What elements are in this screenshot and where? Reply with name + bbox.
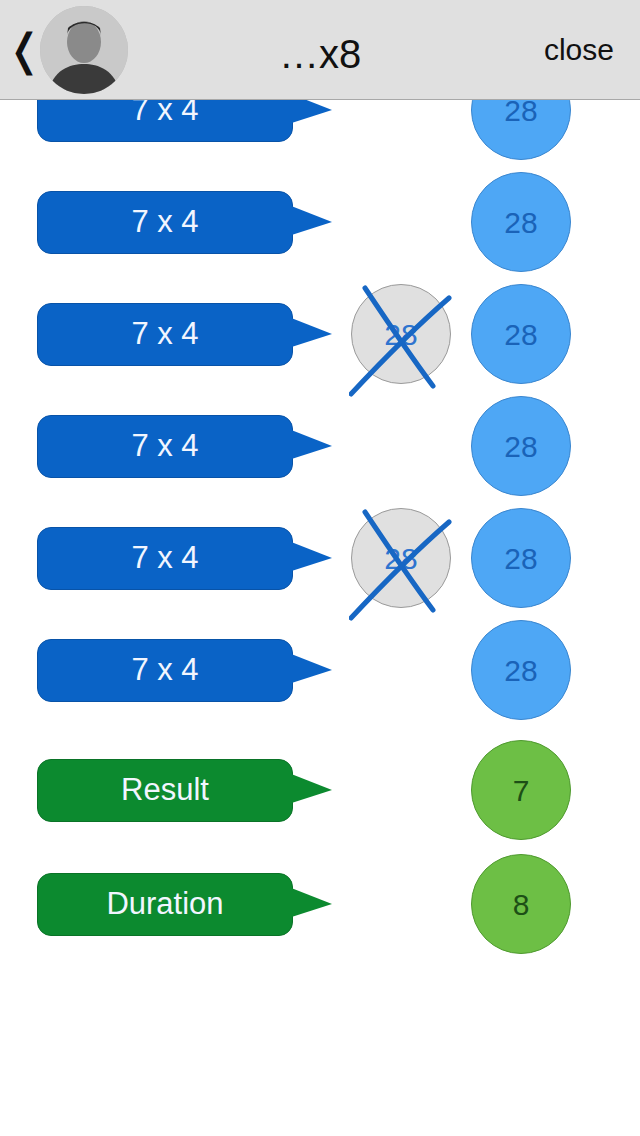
back-button[interactable]: ❬ [0, 28, 36, 72]
wrong-slot [351, 396, 451, 496]
answer-list: 7 x 4287 x 4287 x 428287 x 4287 x 428287… [0, 0, 640, 954]
question-row: 7 x 4 28 [0, 620, 640, 720]
question-label: 7 x 4 [37, 303, 293, 366]
wrong-slot [351, 854, 451, 954]
header-bar: ❬…x8close [0, 0, 640, 100]
question-row: 7 x 4 28 [0, 396, 640, 496]
close-button[interactable]: close [544, 27, 640, 72]
summary-value: 8 [471, 854, 571, 954]
wrong-slot: 28 [351, 508, 451, 608]
correct-answer: 28 [471, 508, 571, 608]
question-label: 7 x 4 [37, 639, 293, 702]
wrong-slot [351, 620, 451, 720]
wrong-slot [351, 172, 451, 272]
summary-label: Result [37, 759, 293, 822]
correct-answer: 28 [471, 396, 571, 496]
wrong-answer: 28 [351, 508, 451, 608]
summary-label: Duration [37, 873, 293, 936]
question-row: 7 x 4 2828 [0, 508, 640, 608]
correct-answer: 28 [471, 172, 571, 272]
wrong-answer: 28 [351, 284, 451, 384]
summary-row: Result 7 [0, 740, 640, 840]
avatar-icon [40, 6, 128, 94]
correct-answer: 28 [471, 284, 571, 384]
summary-value: 7 [471, 740, 571, 840]
wrong-slot: 28 [351, 284, 451, 384]
question-row: 7 x 4 2828 [0, 284, 640, 384]
question-row: 7 x 4 28 [0, 172, 640, 272]
avatar-picture[interactable] [40, 6, 128, 94]
question-label: 7 x 4 [37, 415, 293, 478]
cross-icon [349, 508, 453, 622]
question-label: 7 x 4 [37, 527, 293, 590]
wrong-slot [351, 740, 451, 840]
correct-answer: 28 [471, 620, 571, 720]
summary-row: Duration 8 [0, 854, 640, 954]
question-label: 7 x 4 [37, 191, 293, 254]
cross-icon [349, 284, 453, 398]
